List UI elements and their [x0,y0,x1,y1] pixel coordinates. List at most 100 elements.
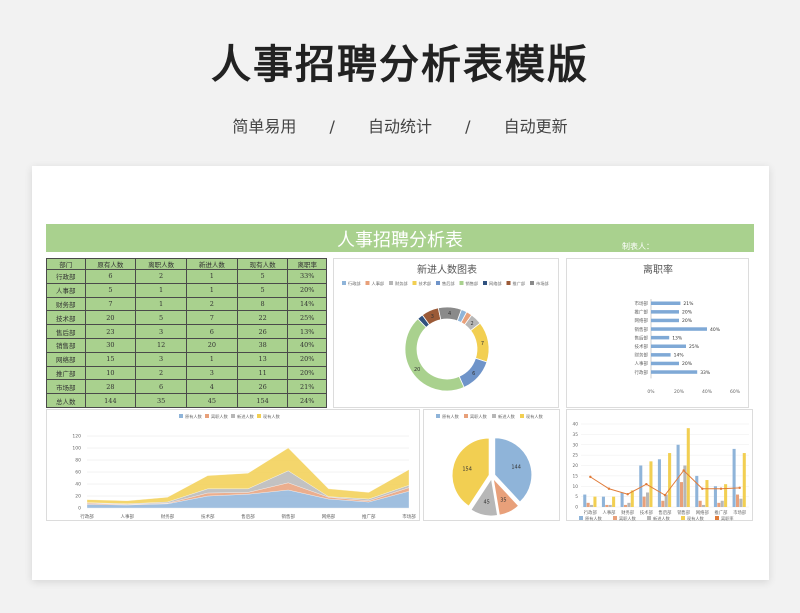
legend-label: 网络部 [489,280,502,287]
data-label: 144 [511,465,521,471]
headcount-area-panel: 原有人数 离职人数 新进人数 现有人数 0 20 40 60 80 100 120 行政部 人事部 财务部… [46,409,420,521]
bar [651,344,686,348]
y-tick-label: 推广部 [635,309,649,316]
legend-label: 离职人数 [470,413,488,420]
legend-swatch [530,281,534,285]
legend-swatch [231,414,235,418]
page-subtitle: 简单易用 / 自动统计 / 自动更新 [0,113,800,137]
spreadsheet-preview: 人事招聘分析表 制表人： 部门 原有人数 离职人数 新进人数 现有人数 离职率 行政部 6 2… [32,166,769,580]
bar [651,318,679,323]
table-cell: 40% [287,337,327,353]
table-cell: 2 [135,269,187,284]
table-cell: 1 [185,282,238,298]
legend-label: 离职率 [721,515,734,522]
y-tick-label: 5 [575,494,578,500]
x-tick-label: 40% [702,389,713,395]
legend-label: 技术部 [419,280,432,287]
y-tick-label: 40 [573,422,579,428]
y-tick-label: 30 [573,442,579,448]
table-cell: 20% [287,282,327,298]
sheet-maker-label: 制表人： [622,242,654,251]
legend-swatch [436,281,440,285]
legend-label: 新进人数 [237,413,255,420]
y-tick-label: 0 [78,506,81,512]
table-cell: 10 [84,365,137,381]
new-hires-donut-chart: 新进人数图表行政部 人事部 财务部 技术部 售后部 销售部 网络部 推广部 市场部2762034 [342,263,549,392]
y-tick-label: 60 [75,470,81,476]
table-cell: 35 [135,393,187,408]
legend-swatch [205,414,209,418]
legend-label: 现有人数 [526,413,544,420]
bar [642,496,646,507]
turnover-rate-bar-chart: 离职率 0% 20% 40% 60% 市场部 21% 推广部 20% 网络部 20% 销售部 40% 售后… [635,263,741,395]
legend-swatch [520,414,524,418]
data-label: 20% [682,318,693,324]
legend-swatch [506,281,511,285]
y-tick-label: 100 [72,446,81,452]
data-label: 25% [689,344,700,350]
legend-label: 新进人数 [653,515,671,522]
bar [646,492,650,507]
x-tick-label: 20% [674,389,685,395]
bar [583,494,587,507]
table-cell: 6 [135,379,187,395]
table-cell: 45 [185,393,238,408]
legend-label: 销售部 [466,280,479,287]
bar [732,448,736,507]
bar [651,310,679,314]
table-cell: 5 [236,269,289,284]
legend-swatch [647,516,651,520]
legend-label: 原有人数 [185,413,203,420]
table-header-row: 部门 原有人数 离职人数 新进人数 现有人数 离职率 [46,258,327,270]
data-label: 7 [481,341,484,347]
subtitle-separator: / [329,117,335,136]
y-tick-label: 25 [573,453,579,459]
bar [664,494,668,507]
bar [705,480,709,507]
x-tick-label: 人事部 [603,509,617,516]
table-cell: 总人数 [46,393,86,408]
table-header-cell: 新进人数 [185,258,238,270]
legend-swatch [464,414,468,418]
legend-label: 财务部 [395,280,408,287]
bar [702,504,706,507]
y-tick-label: 人事部 [635,360,649,367]
table-cell: 7 [84,296,137,312]
data-label: 4 [448,311,451,317]
line-point [738,486,741,490]
subtitle-separator: / [465,117,471,136]
line-point [719,487,723,490]
bar [627,502,631,507]
y-tick-label: 120 [72,434,81,440]
data-label: 2 [470,321,473,327]
y-tick-label: 40 [75,482,81,488]
table-header-cell: 离职率 [287,258,327,270]
table-cell: 21% [287,379,327,395]
table-cell: 12 [135,337,187,353]
legend-label: 现有人数 [263,413,281,420]
data-label: 20% [682,310,693,316]
table-cell: 2 [185,296,238,312]
table-cell: 144 [84,393,137,408]
bar [651,370,698,374]
bar [657,459,661,507]
y-tick-label: 销售部 [635,326,649,333]
table-cell: 154 [236,393,289,408]
bar [651,301,681,305]
table-cell: 38 [236,337,289,353]
bar [593,496,597,507]
y-tick-label: 行政部 [635,369,649,376]
line-point [645,482,648,486]
legend-label: 原有人数 [585,515,603,522]
totals-pie-chart: 原有人数 离职人数 新进人数 现有人数 144 35 45 154 [436,413,544,517]
new-hires-donut-panel: 新进人数图表 行政部 人事部 财务部 技术部 售后部 销售部 网络部 推广部 市场部 2 7 6 20 3 4 [333,258,559,408]
bar [679,482,684,507]
legend-label: 推广部 [513,280,526,287]
bar [713,486,717,507]
legend-label: 离职人数 [211,413,229,420]
bar [742,453,746,507]
totals-pie-panel: 原有人数 离职人数 新进人数 现有人数 144 35 45 154 [423,409,560,521]
x-tick-label: 行政部 [80,513,94,520]
data-label: 33% [700,370,711,376]
subtitle-auto-update: 自动更新 [503,117,568,136]
